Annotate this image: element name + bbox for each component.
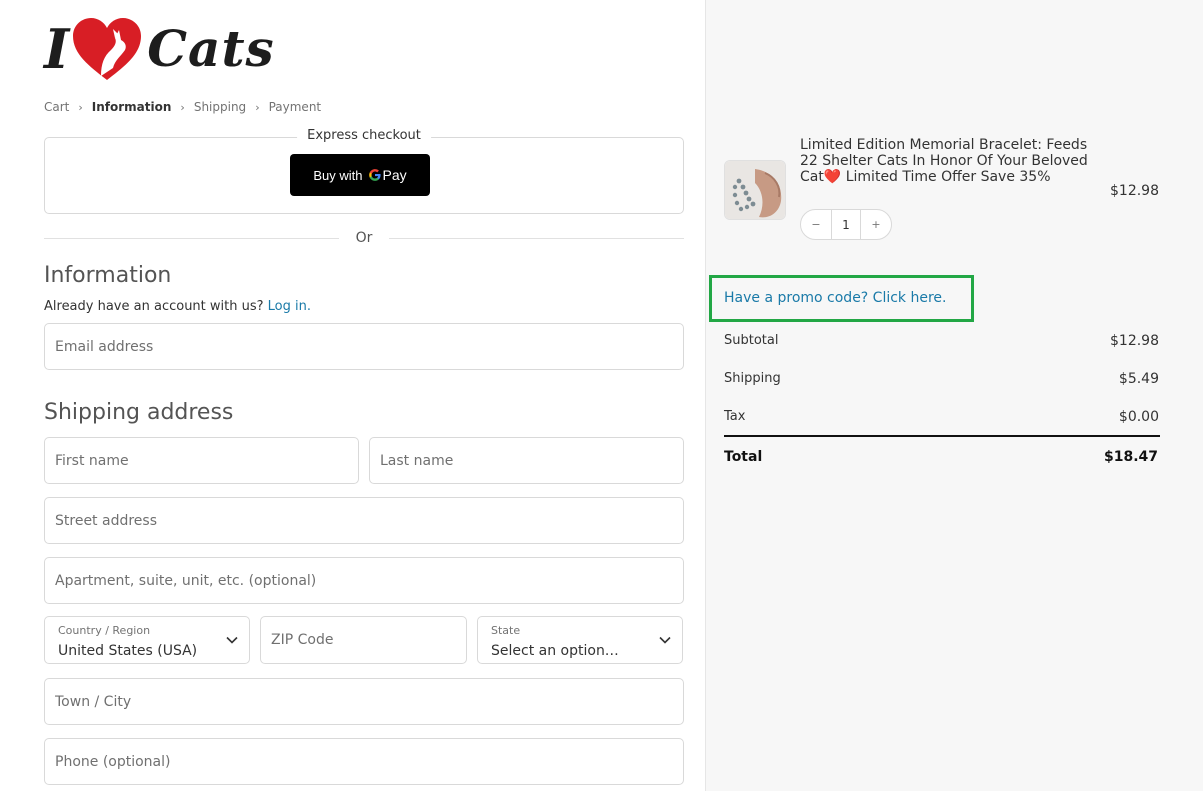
gpay-pay-label: Pay xyxy=(382,167,407,183)
country-value: United States (USA) xyxy=(58,643,198,659)
chevron-right-icon: › xyxy=(180,100,185,114)
chevron-right-icon: › xyxy=(78,100,83,114)
breadcrumb-cart[interactable]: Cart xyxy=(44,100,69,114)
promo-code-link[interactable]: Have a promo code? Click here. xyxy=(724,290,947,306)
logo-prefix: I xyxy=(44,17,70,81)
zip-field[interactable] xyxy=(261,617,466,663)
chevron-right-icon: › xyxy=(255,100,260,114)
first-name-wrapper xyxy=(44,437,359,484)
heart-icon: ❤️ xyxy=(823,169,842,185)
checkout-main: I Cats Cart › Information › Shipping › P… xyxy=(0,0,705,791)
breadcrumb-shipping: Shipping xyxy=(193,100,247,114)
shipping-address-heading: Shipping address xyxy=(44,400,234,425)
email-field-wrapper xyxy=(44,323,684,370)
product-thumbnail xyxy=(724,160,786,220)
country-label: Country / Region xyxy=(58,624,151,637)
qty-increase-button[interactable]: + xyxy=(861,210,891,239)
state-label: State xyxy=(491,624,521,637)
subtotal-value: $12.98 xyxy=(1110,333,1159,349)
information-heading: Information xyxy=(44,263,172,288)
site-logo[interactable]: I Cats xyxy=(44,14,275,84)
phone-wrapper xyxy=(44,738,684,785)
account-prompt-line: Already have an account with us? Log in. xyxy=(44,299,311,314)
google-g-icon xyxy=(368,169,381,181)
tax-value: $0.00 xyxy=(1118,409,1159,425)
heart-cat-icon xyxy=(73,18,142,80)
qty-decrease-button[interactable]: − xyxy=(801,210,831,239)
total-row: Total $18.47 xyxy=(724,449,1158,465)
product-price: $12.98 xyxy=(1110,183,1159,199)
google-pay-button[interactable]: Buy with Pay xyxy=(290,154,430,196)
product-title-tail: Limited Time Offer Save 35% xyxy=(841,169,1051,185)
city-field[interactable] xyxy=(45,679,683,724)
shipping-value: $5.49 xyxy=(1118,371,1159,387)
street-address-wrapper xyxy=(44,497,684,544)
last-name-field[interactable] xyxy=(370,438,683,483)
qty-value[interactable]: 1 xyxy=(831,210,861,239)
product-title: Limited Edition Memorial Bracelet: Feeds… xyxy=(800,137,1100,185)
phone-field[interactable] xyxy=(45,739,683,784)
or-divider-text: Or xyxy=(355,230,373,246)
divider-left xyxy=(44,238,339,239)
subtotal-label: Subtotal xyxy=(724,333,779,348)
subtotal-row: Subtotal $12.98 xyxy=(724,333,1159,349)
zip-wrapper xyxy=(260,616,467,664)
shipping-row: Shipping $5.49 xyxy=(724,371,1159,387)
total-value: $18.47 xyxy=(1103,449,1158,465)
express-checkout-legend: Express checkout xyxy=(297,128,431,143)
shipping-label: Shipping xyxy=(724,371,781,386)
divider-right xyxy=(389,238,684,239)
last-name-wrapper xyxy=(369,437,684,484)
country-select[interactable]: Country / Region United States (USA) xyxy=(44,616,250,664)
breadcrumb: Cart › Information › Shipping › Payment xyxy=(44,100,321,114)
tax-row: Tax $0.00 xyxy=(724,409,1159,425)
email-field[interactable] xyxy=(45,324,683,369)
street-address-field[interactable] xyxy=(45,498,683,543)
state-select[interactable]: State Select an option… xyxy=(477,616,683,664)
total-divider xyxy=(724,435,1160,437)
quantity-stepper: − 1 + xyxy=(800,209,892,240)
account-prompt-text: Already have an account with us? xyxy=(44,299,264,314)
total-label: Total xyxy=(724,449,763,465)
bracelet-hand-image xyxy=(725,161,785,219)
apartment-wrapper xyxy=(44,557,684,604)
state-value: Select an option… xyxy=(491,643,619,659)
first-name-field[interactable] xyxy=(45,438,358,483)
breadcrumb-payment: Payment xyxy=(268,100,322,114)
order-summary-sidebar: Limited Edition Memorial Bracelet: Feeds… xyxy=(705,0,1203,791)
tax-label: Tax xyxy=(724,409,746,424)
apartment-field[interactable] xyxy=(45,558,683,603)
logo-suffix: Cats xyxy=(147,19,275,78)
breadcrumb-information: Information xyxy=(91,100,172,114)
chevron-down-icon xyxy=(659,636,671,644)
city-wrapper xyxy=(44,678,684,725)
express-checkout-box: Express checkout Buy with Pay xyxy=(44,128,684,214)
login-link[interactable]: Log in. xyxy=(268,299,311,314)
gpay-label: Buy with xyxy=(313,167,363,183)
chevron-down-icon xyxy=(226,636,238,644)
